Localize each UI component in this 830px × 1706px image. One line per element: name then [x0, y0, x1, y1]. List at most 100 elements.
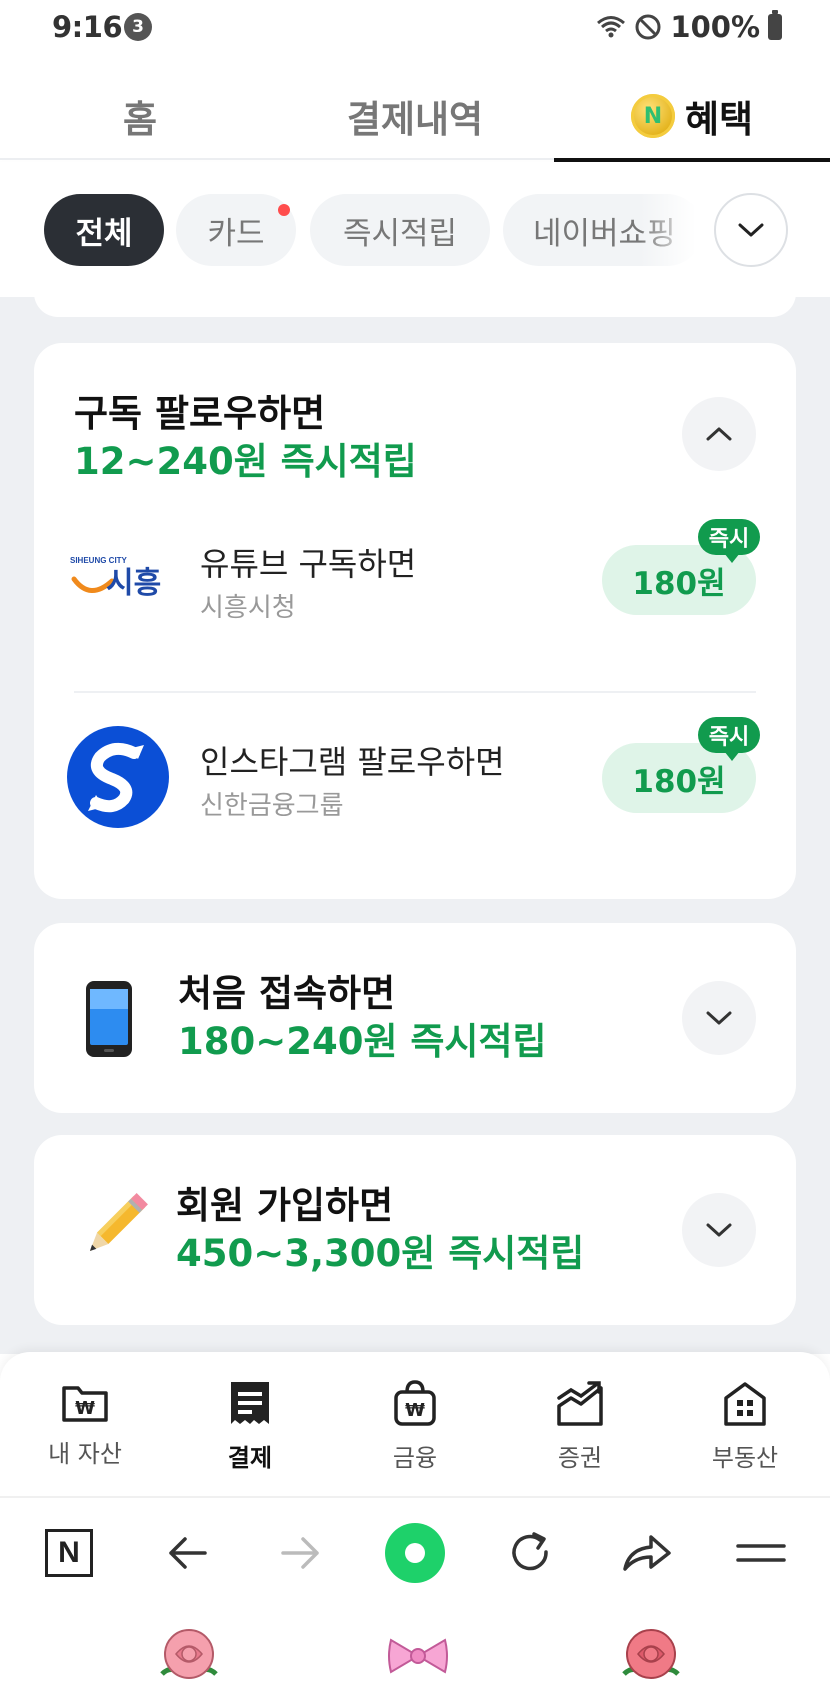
- card-subtitle: 12~240원 즉시적립: [74, 440, 417, 483]
- coin-letter: N: [643, 103, 663, 129]
- wifi-icon: [597, 16, 626, 38]
- status-time: 9:16: [52, 10, 123, 44]
- refresh-icon: [512, 1532, 548, 1571]
- expand-button[interactable]: [682, 981, 756, 1055]
- benefits-list: 구독 팔로우하면 12~240원 즉시적립 SIHEUNG CITY 시흥 유튜…: [0, 297, 830, 1354]
- receipt-icon: [231, 1382, 269, 1424]
- filter-chip-row: 전체 카드 즉시적립 네이버쇼핑: [0, 162, 830, 297]
- chip-card[interactable]: 카드: [176, 194, 296, 266]
- new-dot-indicator: [278, 204, 290, 216]
- nav-label: 부동산: [711, 1444, 779, 1472]
- phone-icon: [86, 981, 132, 1057]
- chip-instant-reward[interactable]: 즉시적립: [310, 194, 490, 266]
- tab-payment-history[interactable]: 결제내역: [300, 72, 530, 160]
- menu-icon: [736, 1544, 786, 1562]
- forward-arrow-icon: [281, 1537, 319, 1569]
- share-icon: [623, 1535, 671, 1571]
- chip-card-label: 카드: [207, 215, 265, 252]
- instant-badge-label: 즉시: [708, 725, 750, 750]
- tab-payment-history-label: 결제내역: [346, 98, 484, 141]
- tab-benefits-label: 혜택: [684, 98, 754, 141]
- status-bar: 9:16 3 100%: [0, 0, 830, 56]
- instant-badge-label: 즉시: [708, 527, 750, 552]
- naver-home-icon: N: [45, 1529, 93, 1577]
- card-subtitle: 450~3,300원 즉시적립: [176, 1232, 585, 1275]
- chip-all-label: 전체: [75, 215, 133, 252]
- rose-sticker-icon[interactable]: [618, 1626, 684, 1686]
- tab-benefits[interactable]: N 혜택: [554, 72, 830, 162]
- first-access-card[interactable]: 처음 접속하면 180~240원 즉시적립: [34, 923, 796, 1113]
- nav-payment[interactable]: 결제: [190, 1380, 310, 1473]
- subscribe-follow-card: 구독 팔로우하면 12~240원 즉시적립 SIHEUNG CITY 시흥 유튜…: [34, 343, 796, 899]
- previous-card-bottom: [34, 297, 796, 317]
- card-subtitle: 180~240원 즉시적립: [178, 1020, 547, 1063]
- naver-coin-icon: N: [630, 94, 675, 138]
- collapse-button[interactable]: [682, 397, 756, 471]
- money-bag-icon: ₩: [394, 1380, 436, 1426]
- instant-badge: 즉시: [698, 519, 760, 563]
- svg-text:₩: ₩: [405, 1400, 425, 1421]
- rose-sticker-icon[interactable]: [156, 1626, 222, 1686]
- chevron-down-icon: [706, 1011, 732, 1025]
- bottom-navigation: ₩ 내 자산 결제 ₩ 금융 증권 부동산: [0, 1352, 830, 1496]
- chevron-down-icon: [706, 1223, 732, 1237]
- chevron-up-icon: [706, 427, 732, 441]
- green-dot-icon: [385, 1523, 445, 1583]
- forward-button[interactable]: [266, 1518, 336, 1588]
- item-divider: [74, 691, 756, 693]
- expand-button[interactable]: [682, 1193, 756, 1267]
- battery-percent: 100%: [670, 10, 760, 44]
- back-arrow-icon: [169, 1537, 207, 1569]
- item-title: 유튜브 구독하면: [200, 545, 417, 583]
- top-tab-bar: 홈 결제내역 N 혜택: [0, 72, 830, 162]
- nav-label: 결제: [227, 1444, 273, 1472]
- tab-home[interactable]: 홈: [40, 72, 240, 160]
- siheung-city-logo: SIHEUNG CITY 시흥: [66, 527, 170, 631]
- wallet-folder-icon: ₩: [62, 1386, 108, 1422]
- nav-stocks[interactable]: 증권: [520, 1380, 640, 1473]
- share-button[interactable]: [612, 1518, 682, 1588]
- logo-small-text: SIHEUNG CITY: [70, 556, 128, 565]
- instant-badge: 즉시: [698, 717, 760, 761]
- nav-real-estate[interactable]: 부동산: [685, 1380, 805, 1473]
- expand-chips-button[interactable]: [714, 193, 788, 267]
- nav-label: 증권: [557, 1444, 603, 1472]
- card-title: 처음 접속하면: [178, 972, 396, 1015]
- status-right-group: 100%: [596, 10, 782, 44]
- battery-icon: [768, 10, 782, 40]
- logo-mark-text: 시흥: [106, 566, 161, 601]
- browser-toolbar: N: [0, 1496, 830, 1606]
- svg-text:₩: ₩: [75, 1398, 95, 1419]
- nav-my-assets[interactable]: ₩ 내 자산: [25, 1380, 145, 1469]
- naver-letter: N: [58, 1536, 80, 1569]
- refresh-button[interactable]: [496, 1518, 566, 1588]
- card-title: 회원 가입하면: [176, 1184, 394, 1227]
- reward-amount: 180원: [632, 565, 726, 602]
- building-icon: [724, 1382, 766, 1426]
- stock-chart-icon: [557, 1381, 603, 1426]
- do-not-disturb-icon: [635, 14, 661, 40]
- naver-home-button[interactable]: N: [34, 1518, 104, 1588]
- chip-all[interactable]: 전체: [44, 194, 164, 266]
- item-subtitle: 신한금융그룹: [200, 791, 344, 821]
- chip-fade-overlay: [640, 182, 720, 282]
- nav-label: 내 자산: [48, 1440, 122, 1468]
- notification-count-badge: 3: [124, 13, 152, 41]
- card-title: 구독 팔로우하면: [74, 392, 326, 435]
- item-subtitle: 시흥시청: [200, 593, 296, 623]
- reward-amount: 180원: [632, 763, 726, 800]
- shinhan-logo: [66, 725, 170, 829]
- nav-label: 금융: [392, 1444, 438, 1472]
- green-dot-button[interactable]: [380, 1518, 450, 1588]
- item-title: 인스타그램 팔로우하면: [200, 743, 505, 781]
- nav-finance[interactable]: ₩ 금융: [355, 1380, 475, 1473]
- back-button[interactable]: [152, 1518, 222, 1588]
- menu-button[interactable]: [726, 1518, 796, 1588]
- chevron-down-icon: [738, 223, 764, 237]
- tab-home-label: 홈: [122, 98, 158, 141]
- pencil-icon: [89, 1193, 148, 1252]
- chip-instant-reward-label: 즉시적립: [342, 215, 458, 252]
- system-navigation-row: [0, 1606, 830, 1706]
- ribbon-sticker-icon[interactable]: [385, 1626, 451, 1686]
- signup-card[interactable]: 회원 가입하면 450~3,300원 즉시적립: [34, 1135, 796, 1325]
